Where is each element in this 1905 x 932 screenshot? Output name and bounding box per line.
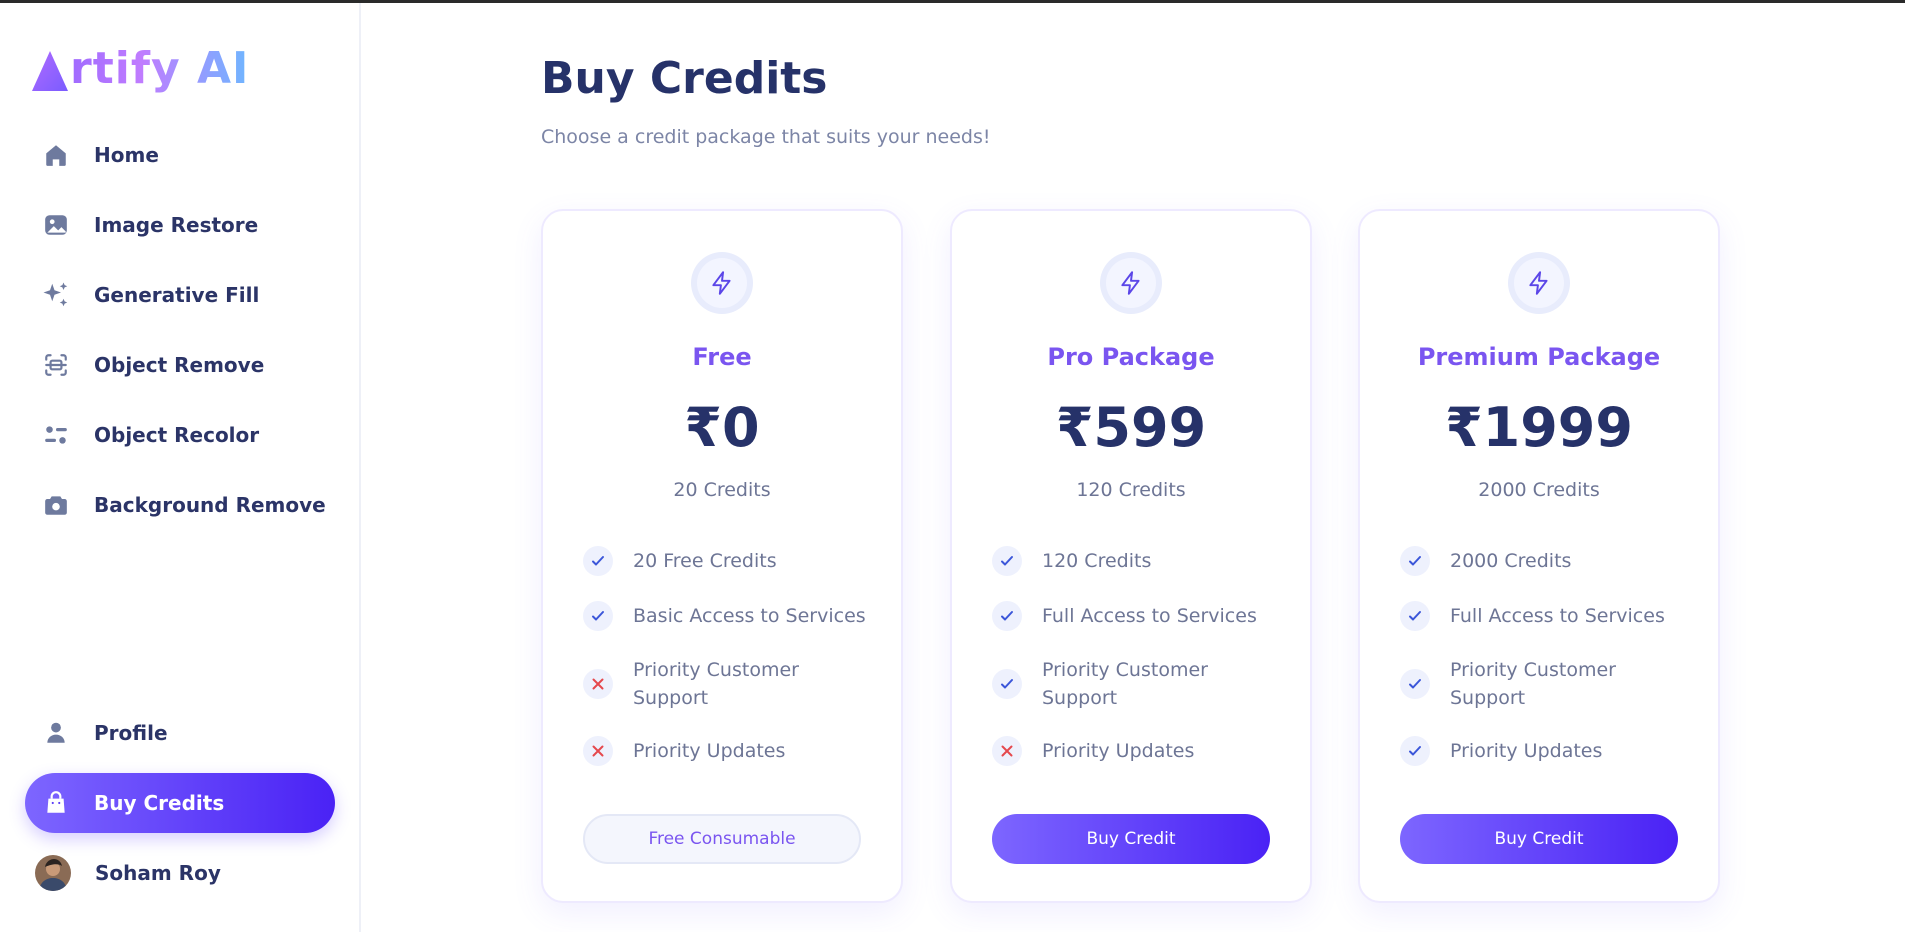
feature-text: Basic Access to Services (633, 605, 866, 627)
lightning-icon (1529, 271, 1548, 295)
logo-triangle-icon (32, 51, 68, 91)
plan-badge (691, 252, 753, 314)
sidebar-item-background-remove[interactable]: Background Remove (25, 475, 335, 535)
feature-text: Priority Updates (1450, 740, 1603, 762)
cross-icon (583, 669, 613, 699)
plan-credits: 120 Credits (1076, 479, 1186, 501)
sidebar-item-image-restore[interactable]: Image Restore (25, 195, 335, 255)
camera-icon (41, 490, 71, 520)
logo-text: rtify AI (70, 43, 250, 94)
feature-text: Priority Customer Support (633, 659, 799, 709)
scan-icon (41, 350, 71, 380)
feature-text: Priority Customer Support (1450, 659, 1616, 709)
feature-item: Full Access to Services (1400, 601, 1690, 631)
check-icon (1400, 601, 1430, 631)
check-icon (583, 546, 613, 576)
sidebar-item-label: Object Recolor (94, 423, 260, 447)
check-icon (992, 546, 1022, 576)
bag-icon (41, 788, 71, 818)
feature-text: 2000 Credits (1450, 550, 1572, 572)
plan-credits: 2000 Credits (1478, 479, 1600, 501)
app-logo[interactable]: rtify AI (30, 43, 249, 93)
feature-item: Basic Access to Services (583, 601, 873, 631)
home-icon (41, 140, 71, 170)
feature-item: Priority Updates (1400, 736, 1690, 766)
feature-text: Priority Updates (1042, 740, 1195, 762)
sidebar-item-object-remove[interactable]: Object Remove (25, 335, 335, 395)
plan-card-pro: Pro Package ₹599 120 Credits 120 Credits… (950, 209, 1312, 903)
feature-item: Priority Customer Support (992, 656, 1282, 712)
feature-text: Full Access to Services (1042, 605, 1257, 627)
plan-card-free: Free ₹0 20 Credits 20 Free Credits Basic… (541, 209, 903, 903)
feature-item: Priority Customer Support (583, 656, 873, 712)
sidebar: rtify AI Home Image Restore Generative F… (0, 3, 361, 932)
sidebar-item-label: Object Remove (94, 353, 265, 377)
plan-badge (1508, 252, 1570, 314)
check-icon (1400, 546, 1430, 576)
check-icon (583, 601, 613, 631)
lightning-icon (712, 271, 731, 295)
feature-item: 120 Credits (992, 546, 1282, 576)
image-icon (41, 210, 71, 240)
sparkles-icon (41, 280, 71, 310)
plan-name: Pro Package (1047, 343, 1215, 371)
plan-card-premium: Premium Package ₹1999 2000 Credits 2000 … (1358, 209, 1720, 903)
feature-item: Priority Updates (992, 736, 1282, 766)
feature-item: 20 Free Credits (583, 546, 873, 576)
plan-name: Premium Package (1417, 343, 1661, 371)
sidebar-item-home[interactable]: Home (25, 125, 335, 185)
feature-item: 2000 Credits (1400, 546, 1690, 576)
sidebar-item-label: Background Remove (94, 493, 326, 517)
buy-credit-button[interactable]: Buy Credit (1400, 814, 1678, 864)
plan-price: ₹0 (684, 396, 760, 459)
plan-name: Free (692, 343, 752, 371)
plan-price: ₹1999 (1445, 396, 1633, 459)
free-consumable-button[interactable]: Free Consumable (583, 814, 861, 864)
check-icon (992, 601, 1022, 631)
check-icon (992, 669, 1022, 699)
plan-price: ₹599 (1055, 396, 1207, 459)
check-icon (1400, 736, 1430, 766)
plan-badge (1100, 252, 1162, 314)
avatar (35, 855, 71, 891)
sidebar-item-label: Generative Fill (94, 283, 260, 307)
page-title: Buy Credits (541, 53, 828, 104)
user-profile[interactable]: Soham Roy (25, 843, 335, 903)
feature-text: Priority Customer Support (1042, 659, 1208, 709)
lightning-icon (1121, 271, 1140, 295)
sidebar-item-label: Image Restore (94, 213, 259, 237)
sidebar-item-label: Profile (94, 721, 168, 745)
feature-text: 120 Credits (1042, 550, 1152, 572)
feature-text: 20 Free Credits (633, 550, 777, 572)
sidebar-main-nav: Home Image Restore Generative Fill Objec… (25, 125, 335, 545)
sidebar-item-label: Home (94, 143, 159, 167)
buy-credit-button[interactable]: Buy Credit (992, 814, 1270, 864)
plan-credits: 20 Credits (673, 479, 771, 501)
feature-text: Priority Updates (633, 740, 786, 762)
sidebar-item-object-recolor[interactable]: Object Recolor (25, 405, 335, 465)
feature-item: Priority Updates (583, 736, 873, 766)
feature-item: Full Access to Services (992, 601, 1282, 631)
sidebar-bottom-nav: Profile Buy Credits Soham Roy (25, 703, 335, 903)
sidebar-item-buy-credits[interactable]: Buy Credits (25, 773, 335, 833)
user-icon (41, 718, 71, 748)
user-name: Soham Roy (95, 861, 221, 885)
feature-text: Full Access to Services (1450, 605, 1665, 627)
sidebar-item-label: Buy Credits (94, 791, 225, 815)
filter-icon (41, 420, 71, 450)
check-icon (1400, 669, 1430, 699)
cross-icon (583, 736, 613, 766)
sidebar-item-profile[interactable]: Profile (25, 703, 335, 763)
feature-item: Priority Customer Support (1400, 656, 1690, 712)
cross-icon (992, 736, 1022, 766)
page-subtitle: Choose a credit package that suits your … (541, 126, 991, 148)
sidebar-item-generative-fill[interactable]: Generative Fill (25, 265, 335, 325)
